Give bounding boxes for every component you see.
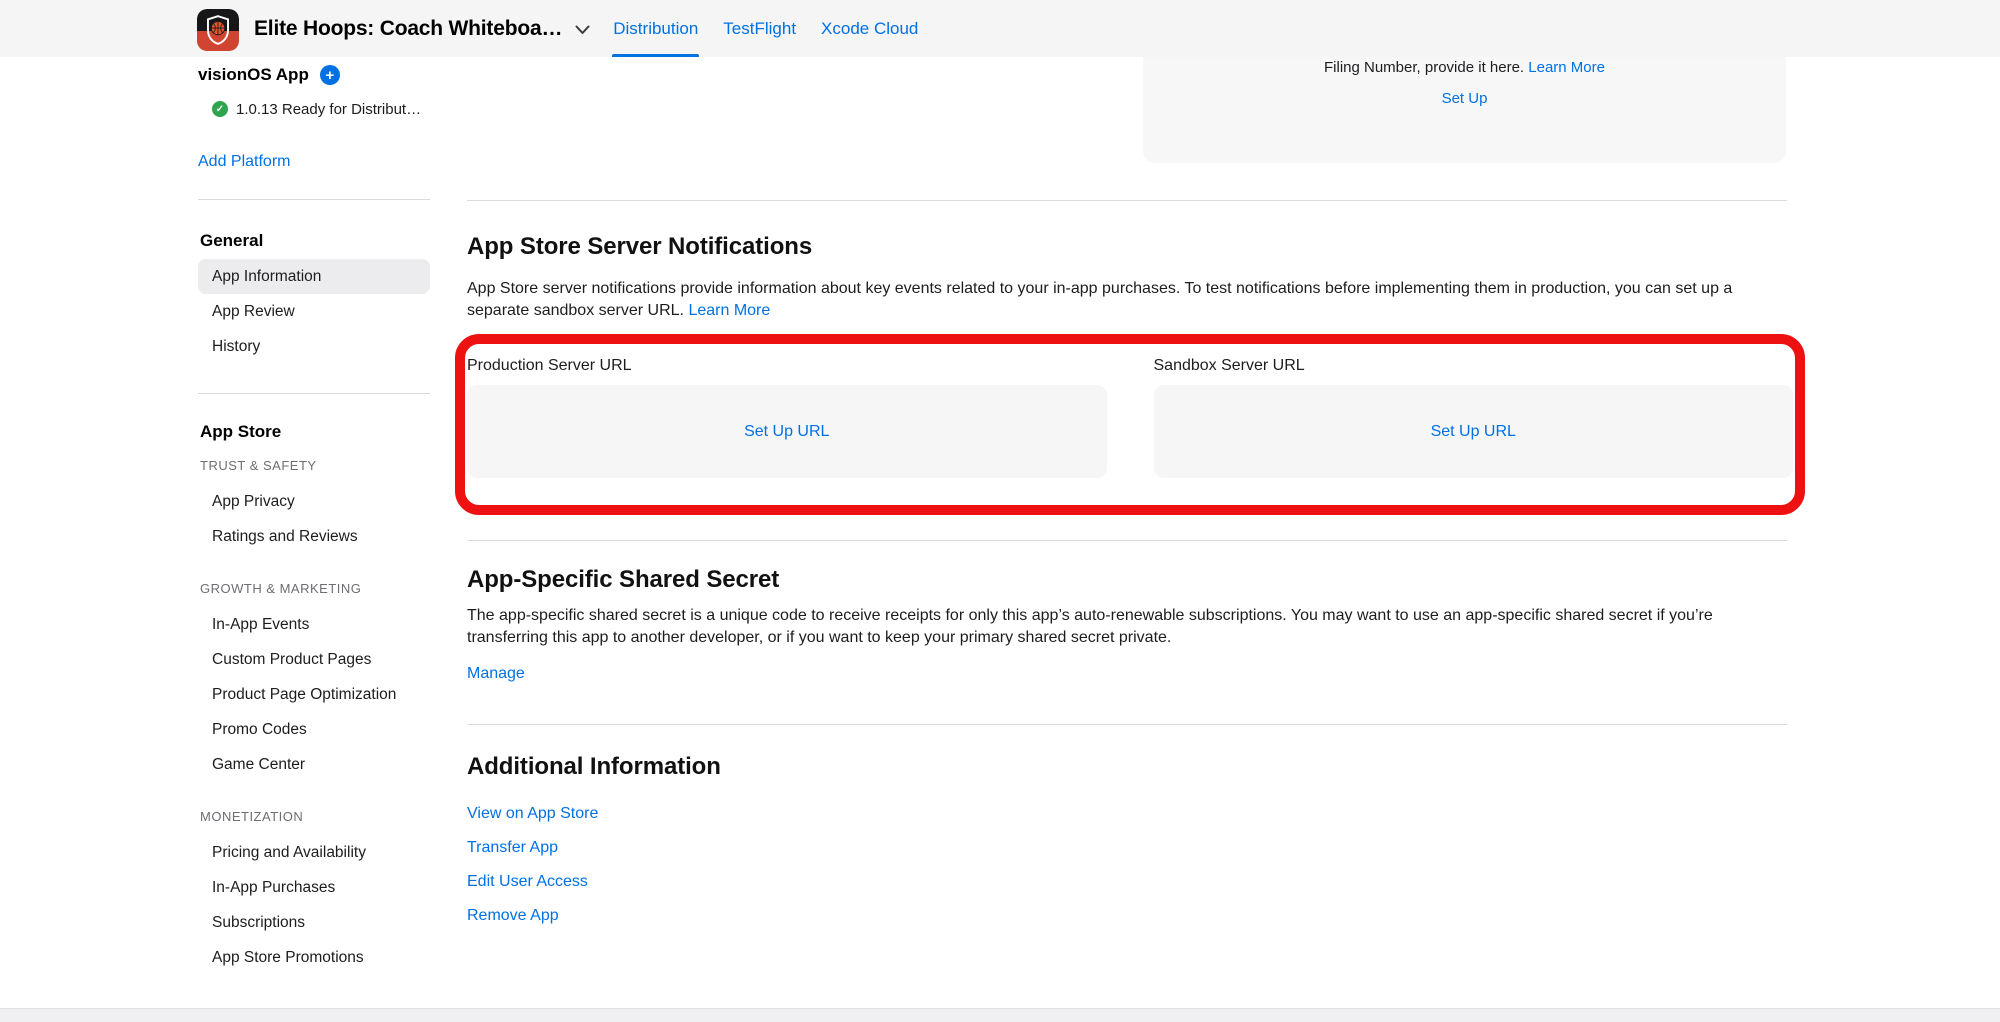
sidebar-item-pricing-availability[interactable]: Pricing and Availability — [198, 835, 430, 870]
sidebar-group-monetization: MONETIZATION — [198, 807, 430, 827]
server-notifications-learn-more-link[interactable]: Learn More — [688, 302, 770, 319]
sidebar-item-promo-codes[interactable]: Promo Codes — [198, 712, 430, 747]
version-status[interactable]: ✓ 1.0.13 Ready for Distribut… — [198, 99, 430, 119]
sidebar-item-ratings-reviews[interactable]: Ratings and Reviews — [198, 519, 430, 554]
primary-nav: Distribution TestFlight Xcode Cloud — [612, 0, 919, 57]
sandbox-url-box: Set Up URL — [1154, 385, 1794, 478]
plus-icon[interactable]: + — [320, 65, 340, 85]
tab-xcode-cloud[interactable]: Xcode Cloud — [820, 0, 919, 57]
sandbox-server-url-label: Sandbox Server URL — [1154, 356, 1794, 376]
production-server-url-label: Production Server URL — [467, 356, 1107, 376]
app-header: Elite Hoops: Coach Whiteboa… Distributio… — [0, 0, 2000, 57]
sidebar-item-history[interactable]: History — [198, 329, 430, 364]
production-url-box: Set Up URL — [467, 385, 1107, 478]
section-divider — [467, 200, 1787, 201]
sidebar-group-growth-marketing: GROWTH & MARKETING — [198, 579, 430, 599]
sidebar-item-custom-product-pages[interactable]: Custom Product Pages — [198, 642, 430, 677]
sidebar-section-app-store: App Store — [198, 420, 430, 444]
server-notifications-description: App Store server notifications provide i… — [467, 278, 1787, 322]
sidebar-item-subscriptions[interactable]: Subscriptions — [198, 905, 430, 940]
sidebar-item-app-privacy[interactable]: App Privacy — [198, 484, 430, 519]
page-footer — [0, 1008, 2000, 1022]
check-icon: ✓ — [212, 101, 228, 117]
sidebar-item-in-app-purchases[interactable]: In-App Purchases — [198, 870, 430, 905]
manage-link[interactable]: Manage — [467, 664, 525, 684]
section-divider — [467, 540, 1787, 541]
sidebar-item-game-center[interactable]: Game Center — [198, 747, 430, 782]
platform-title: visionOS App — [198, 65, 309, 85]
shared-secret-title: App-Specific Shared Secret — [467, 565, 1787, 595]
platform-header: visionOS App + — [198, 63, 430, 87]
transfer-app-link[interactable]: Transfer App — [467, 838, 1787, 858]
sidebar-section-general: General — [198, 229, 430, 253]
sidebar-item-app-review[interactable]: App Review — [198, 294, 430, 329]
sidebar-divider — [198, 393, 430, 394]
filing-set-up-link[interactable]: Set Up — [1442, 90, 1488, 108]
sandbox-server-url-section: Sandbox Server URL Set Up URL — [1154, 356, 1794, 478]
sidebar-item-app-information[interactable]: App Information — [198, 259, 430, 294]
filing-number-card: Filing Number, provide it here. Learn Mo… — [1143, 57, 1786, 163]
sidebar-group-trust-safety: TRUST & SAFETY — [198, 456, 430, 476]
sandbox-set-up-url-link[interactable]: Set Up URL — [1431, 423, 1516, 441]
edit-user-access-link[interactable]: Edit User Access — [467, 872, 1787, 892]
view-on-app-store-link[interactable]: View on App Store — [467, 804, 1787, 824]
sidebar-item-app-store-promotions[interactable]: App Store Promotions — [198, 940, 430, 975]
annotation-highlight: Production Server URL Set Up URL Sandbox… — [455, 334, 1805, 515]
sidebar-item-in-app-events[interactable]: In-App Events — [198, 607, 430, 642]
sidebar: visionOS App + ✓ 1.0.13 Ready for Distri… — [198, 0, 430, 975]
sidebar-divider — [198, 199, 430, 200]
additional-information-title: Additional Information — [467, 752, 1787, 782]
tab-testflight[interactable]: TestFlight — [722, 0, 797, 57]
server-notifications-title: App Store Server Notifications — [467, 232, 1787, 262]
filing-number-text: Filing Number, provide it here. Learn Mo… — [1143, 59, 1786, 77]
tab-distribution[interactable]: Distribution — [612, 0, 699, 57]
production-server-url-section: Production Server URL Set Up URL — [467, 356, 1107, 478]
sidebar-item-product-page-optimization[interactable]: Product Page Optimization — [198, 677, 430, 712]
add-platform-link[interactable]: Add Platform — [198, 152, 430, 172]
production-set-up-url-link[interactable]: Set Up URL — [744, 423, 829, 441]
app-title[interactable]: Elite Hoops: Coach Whiteboa… — [254, 17, 562, 41]
app-icon — [197, 9, 239, 51]
filing-learn-more-link[interactable]: Learn More — [1528, 59, 1605, 76]
version-status-label: 1.0.13 Ready for Distribut… — [236, 101, 421, 118]
shared-secret-description: The app-specific shared secret is a uniq… — [467, 605, 1787, 649]
chevron-down-icon[interactable] — [575, 25, 590, 35]
section-divider — [467, 724, 1787, 725]
additional-information-links: View on App Store Transfer App Edit User… — [467, 804, 1787, 926]
remove-app-link[interactable]: Remove App — [467, 906, 1787, 926]
